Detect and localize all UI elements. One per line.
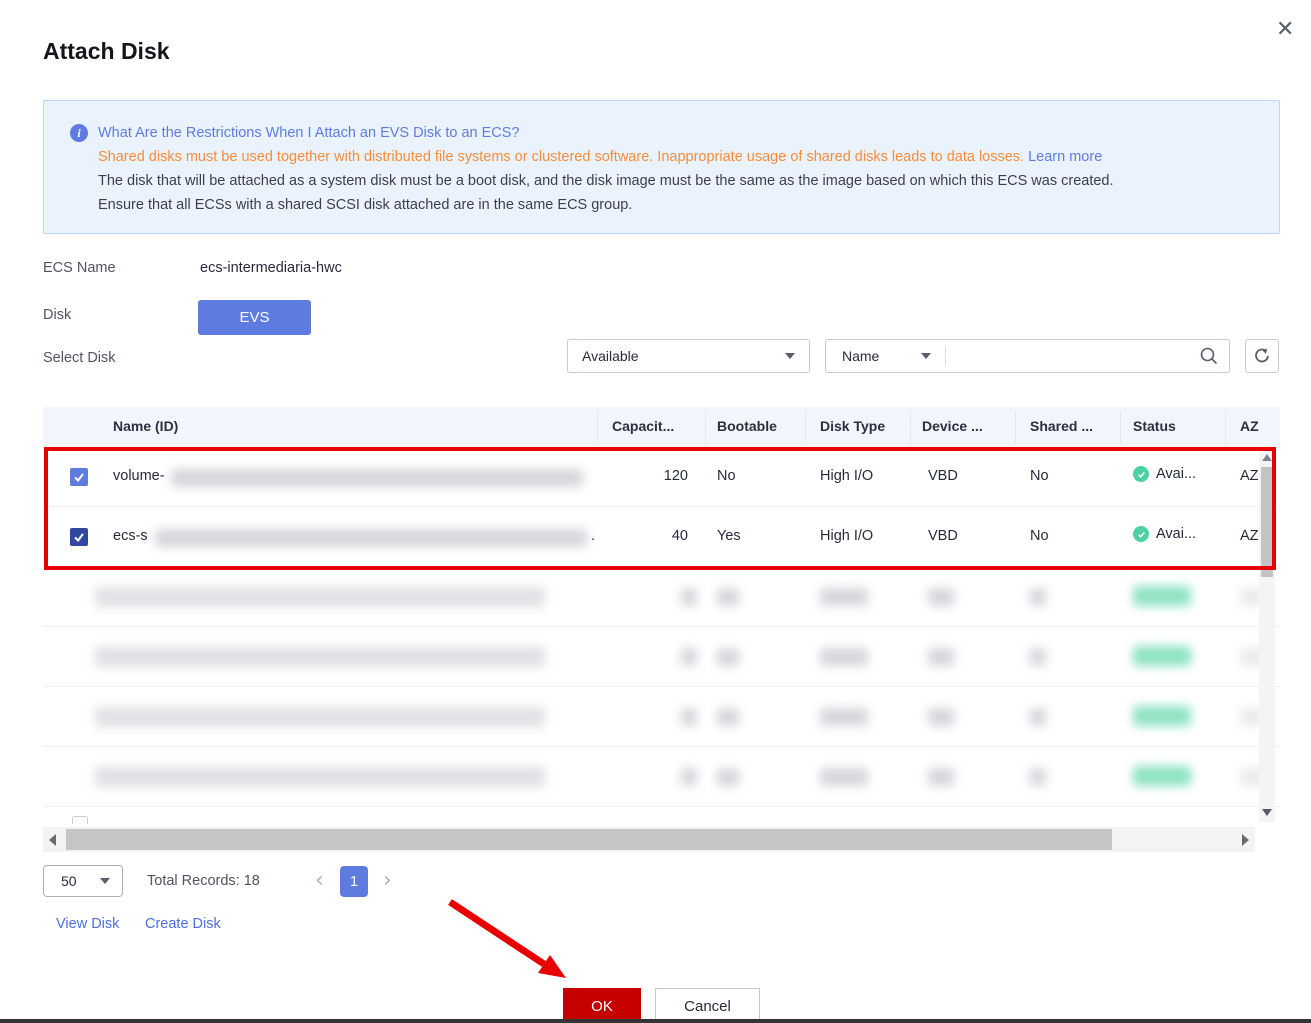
col-device[interactable]: Device ... (922, 418, 983, 434)
refresh-button[interactable] (1245, 339, 1279, 373)
row-checkbox-checked[interactable] (70, 468, 88, 486)
search-field-selector[interactable]: Name (826, 348, 879, 364)
redacted-disk-id (155, 529, 587, 547)
disk-table: Name (ID) Capacit... Bootable Disk Type … (43, 407, 1280, 822)
disk-type-evs-button[interactable]: EVS (198, 300, 311, 335)
cancel-button[interactable]: Cancel (655, 988, 760, 1023)
chevron-down-icon (921, 353, 931, 359)
bootable-value: Yes (717, 528, 741, 544)
disk-type-value: High I/O (820, 528, 873, 544)
scroll-down-icon[interactable] (1262, 809, 1272, 816)
col-name[interactable]: Name (ID) (113, 418, 178, 434)
banner-warning-line: Shared disks must be used together with … (98, 145, 1263, 169)
banner-warning-text: Shared disks must be used together with … (98, 149, 1024, 165)
disk-type-value: High I/O (820, 468, 873, 484)
banner-note-2: Ensure that all ECSs with a shared SCSI … (98, 193, 1263, 217)
refresh-icon (1253, 347, 1271, 365)
screenshot-bottom-edge (0, 1019, 1311, 1023)
table-row-blurred[interactable] (43, 687, 1280, 747)
ecs-name-value: ecs-intermediaria-hwc (200, 260, 342, 276)
col-status[interactable]: Status (1133, 418, 1176, 434)
status-filter-value: Available (582, 348, 639, 364)
row-checkbox-partial[interactable] (72, 816, 88, 824)
table-row-blurred[interactable] (43, 747, 1280, 807)
chevron-down-icon (100, 878, 110, 884)
col-disk-type[interactable]: Disk Type (820, 418, 885, 434)
bootable-value: No (717, 468, 736, 484)
shared-value: No (1030, 528, 1049, 544)
horizontal-scrollbar[interactable] (43, 827, 1255, 852)
scroll-up-icon[interactable] (1262, 454, 1272, 461)
prev-page-button[interactable]: ‹ (315, 870, 324, 892)
capacity-value: 40 (597, 528, 688, 544)
dialog-title: Attach Disk (43, 38, 170, 65)
capacity-value: 120 (597, 468, 688, 484)
info-banner: i What Are the Restrictions When I Attac… (43, 100, 1280, 234)
redacted-disk-id (171, 469, 583, 487)
search-icon[interactable] (1199, 346, 1219, 366)
table-row-blurred[interactable] (43, 567, 1280, 627)
page-size-select[interactable]: 50 (43, 865, 123, 897)
close-icon[interactable]: ✕ (1276, 18, 1294, 40)
check-icon (72, 470, 86, 484)
col-bootable[interactable]: Bootable (717, 418, 777, 434)
status-available-icon (1133, 526, 1149, 542)
disk-label: Disk (43, 307, 71, 323)
learn-more-link[interactable]: Learn more (1028, 149, 1102, 165)
banner-note-1: The disk that will be attached as a syst… (98, 169, 1263, 193)
current-page-button[interactable]: 1 (340, 866, 368, 897)
az-value: AZ (1240, 468, 1259, 484)
select-disk-label: Select Disk (43, 350, 116, 366)
status-filter-select[interactable]: Available (567, 339, 810, 373)
view-disk-link[interactable]: View Disk (56, 916, 119, 932)
scroll-left-icon[interactable] (49, 834, 56, 846)
col-az[interactable]: AZ (1240, 418, 1259, 434)
status-badge: Avai... (1133, 526, 1196, 542)
ok-button[interactable]: OK (563, 988, 641, 1023)
disk-name-suffix: . (591, 528, 595, 544)
ecs-name-label: ECS Name (43, 260, 116, 276)
az-value: AZ (1240, 528, 1259, 544)
vertical-scrollbar-thumb[interactable] (1261, 467, 1273, 577)
shared-value: No (1030, 468, 1049, 484)
device-value: VBD (928, 528, 958, 544)
disk-name: ecs-s (113, 528, 148, 544)
banner-question-link[interactable]: What Are the Restrictions When I Attach … (98, 121, 1263, 145)
check-icon (72, 530, 86, 544)
table-row-blurred[interactable] (43, 627, 1280, 687)
table-header-row: Name (ID) Capacit... Bootable Disk Type … (43, 407, 1280, 447)
horizontal-scrollbar-thumb[interactable] (66, 829, 1112, 850)
disk-name: volume- (113, 468, 165, 484)
attach-disk-dialog: ✕ Attach Disk i What Are the Restriction… (0, 0, 1311, 1023)
table-row[interactable]: volume- 120 No High I/O VBD No Avai... A… (43, 447, 1280, 507)
scroll-right-icon[interactable] (1242, 834, 1249, 846)
next-page-button[interactable]: › (383, 870, 392, 892)
status-badge: Avai... (1133, 466, 1196, 482)
device-value: VBD (928, 468, 958, 484)
chevron-down-icon (785, 353, 795, 359)
col-shared[interactable]: Shared ... (1030, 418, 1093, 434)
col-capacity[interactable]: Capacit... (612, 418, 674, 434)
row-checkbox-checked[interactable] (70, 528, 88, 546)
table-row[interactable]: ecs-s . 40 Yes High I/O VBD No Avai... A… (43, 507, 1280, 567)
vertical-scrollbar[interactable] (1259, 447, 1275, 822)
info-icon: i (70, 124, 88, 142)
status-available-icon (1133, 466, 1149, 482)
page-size-value: 50 (61, 873, 77, 889)
search-input[interactable] (946, 341, 1199, 371)
status-text: Avai... (1156, 526, 1196, 542)
create-disk-link[interactable]: Create Disk (145, 916, 221, 932)
status-text: Avai... (1156, 466, 1196, 482)
total-records: Total Records: 18 (147, 873, 260, 889)
search-bar[interactable]: Name (825, 339, 1230, 373)
